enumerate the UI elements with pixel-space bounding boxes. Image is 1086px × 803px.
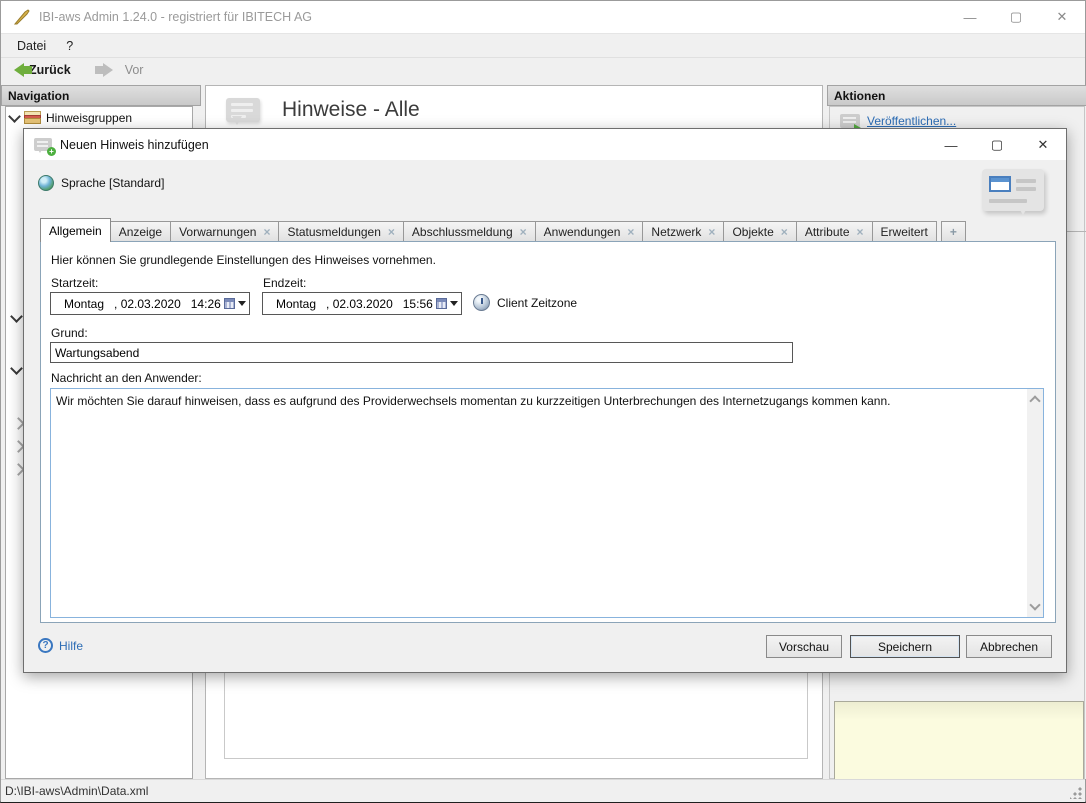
dialog-minimize-button[interactable]: — [928,129,974,161]
start-datetime-picker[interactable]: Montag , 02.03.2020 14:26 [50,292,250,315]
menu-datei[interactable]: Datei [7,39,56,53]
hinweise-bubble-icon [226,98,260,122]
caret-down-icon [238,301,246,310]
hinweisgruppen-icon [24,111,41,125]
hinweis-preview-icon [982,169,1044,211]
tab-objekte[interactable]: Objekte× [724,221,796,242]
tab-allgemein[interactable]: Allgemein [40,218,111,242]
publish-link[interactable]: Veröffentlichen... [867,114,956,128]
reason-label: Grund: [51,326,88,340]
globe-icon [38,175,54,191]
cancel-button[interactable]: Abbrechen [966,635,1052,658]
menu-help[interactable]: ? [56,39,83,53]
dialog-maximize-button[interactable]: ▢ [974,129,1020,161]
actions-header: Aktionen [827,85,1086,106]
data-file-path: D:\IBI-aws\Admin\Data.xml [5,784,148,798]
statusbar: D:\IBI-aws\Admin\Data.xml [1,779,1085,802]
menubar: Datei ? [1,33,1085,57]
message-textarea[interactable]: Wir möchten Sie darauf hinweisen, dass e… [50,388,1044,618]
dialog-titlebar: + Neuen Hinweis hinzufügen — ▢ ✕ [24,129,1066,160]
app-logo-icon [13,8,31,26]
navigation-header: Navigation [1,85,201,106]
chevron-down-icon[interactable] [10,310,23,323]
caret-down-icon [450,301,458,310]
tab-erweitert[interactable]: Erweitert [873,221,937,242]
preview-button[interactable]: Vorschau [766,635,842,658]
dialog-title: Neuen Hinweis hinzufügen [60,138,209,152]
close-button[interactable]: ✕ [1039,1,1085,33]
main-titlebar: IBI-aws Admin 1.24.0 - registriert für I… [1,1,1085,33]
calendar-icon [224,298,235,309]
tab-abschlussmeldung[interactable]: Abschlussmeldung× [404,221,536,242]
maximize-button[interactable]: ▢ [993,1,1039,33]
calendar-dropdown-button[interactable] [221,293,249,314]
tab-netzwerk[interactable]: Netzwerk× [643,221,724,242]
tab-close-icon[interactable]: × [781,226,788,238]
tab-close-icon[interactable]: × [708,226,715,238]
minimize-button[interactable]: — [947,1,993,33]
tab-close-icon[interactable]: × [857,226,864,238]
forward-button[interactable]: Vor [85,63,144,77]
end-label: Endzeit: [263,276,306,290]
back-arrow-icon [7,63,24,77]
timezone-globe-icon [473,294,490,311]
tab-attribute[interactable]: Attribute× [797,221,873,242]
back-button[interactable]: Zurück [7,63,71,77]
tab-anzeige[interactable]: Anzeige [111,221,171,242]
chevron-down-icon[interactable] [10,362,23,375]
message-text: Wir möchten Sie darauf hinweisen, dass e… [56,393,1019,409]
dialog-footer: ? Hilfe Vorschau Speichern Abbrechen [24,621,1066,672]
resize-grip-icon[interactable] [1070,787,1082,799]
window-title: IBI-aws Admin 1.24.0 - registriert für I… [39,10,312,24]
help-link[interactable]: ? Hilfe [38,638,83,653]
tab-statusmeldungen[interactable]: Statusmeldungen× [279,221,403,242]
end-datetime-picker[interactable]: Montag , 02.03.2020 15:56 [262,292,462,315]
timezone-label: Client Zeitzone [497,296,577,310]
chevron-down-icon[interactable] [8,110,21,123]
help-icon: ? [38,638,53,653]
tab-close-icon[interactable]: × [627,226,634,238]
main-window: IBI-aws Admin 1.24.0 - registriert für I… [0,0,1086,803]
tab-close-icon[interactable]: × [263,226,270,238]
tab-close-icon[interactable]: × [388,226,395,238]
dialog-icon: + [34,138,52,151]
tab-close-icon[interactable]: × [520,226,527,238]
tab-vorwarnungen[interactable]: Vorwarnungen× [171,221,279,242]
forward-arrow-icon [103,63,120,77]
page-title: Hinweise - Alle [282,98,420,122]
start-label: Startzeit: [51,276,98,290]
save-button[interactable]: Speichern [850,635,960,658]
tree-item-hinweisgruppen[interactable]: Hinweisgruppen [6,107,192,125]
calendar-dropdown-button[interactable] [433,293,461,314]
allgemein-tab-content: Hier können Sie grundlegende Einstellung… [40,241,1056,623]
intro-text: Hier können Sie grundlegende Einstellung… [51,253,436,267]
add-hinweis-dialog: + Neuen Hinweis hinzufügen — ▢ ✕ Sprache… [23,128,1067,673]
dialog-close-button[interactable]: ✕ [1020,129,1066,161]
message-scrollbar[interactable] [1027,389,1043,617]
scroll-up-icon[interactable] [1029,395,1040,406]
divider [1067,231,1086,232]
tab-anwendungen[interactable]: Anwendungen× [536,221,644,242]
add-tab-button[interactable]: + [941,221,966,242]
toolbar: Zurück Vor [1,57,1085,82]
dialog-tabstrip: Allgemein Anzeige Vorwarnungen× Statusme… [40,218,1054,242]
message-label: Nachricht an den Anwender: [51,371,202,385]
scroll-down-icon[interactable] [1029,599,1040,610]
window-glyph-icon [989,176,1011,192]
client-timezone-toggle[interactable]: Client Zeitzone [473,294,577,311]
reason-input[interactable] [50,342,793,363]
language-selector[interactable]: Sprache [Standard] [38,175,164,191]
calendar-icon [436,298,447,309]
publish-action[interactable]: Veröffentlichen... [840,114,1084,128]
publish-icon [840,114,860,128]
language-label: Sprache [Standard] [61,176,164,190]
